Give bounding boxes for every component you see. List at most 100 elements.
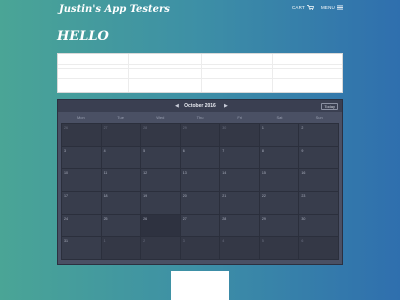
calendar-day-cell[interactable]: 10: [62, 169, 102, 192]
calendar-day-number: 1: [261, 126, 264, 130]
calendar-day-cell[interactable]: 25: [101, 214, 142, 238]
calendar-day-number: 20: [182, 193, 187, 198]
menu-label: MENU: [320, 5, 335, 10]
calendar-day-number: 15: [261, 171, 266, 176]
calendar-day-cell[interactable]: 31: [62, 237, 102, 260]
calendar-day-number: 30: [301, 216, 306, 221]
calendar-day-number: 1: [103, 239, 106, 244]
calendar-day-number: 9: [301, 148, 304, 153]
calendar-day-number: 5: [143, 148, 146, 153]
calendar-day-cell[interactable]: 5: [259, 237, 300, 260]
calendar-day-number: 4: [222, 239, 225, 244]
weekday-label: Fri: [237, 115, 243, 120]
calendar-day-number: 26: [64, 126, 68, 130]
calendar-header: ◀ October 2016 ▶ Today: [58, 100, 342, 112]
calendar-day-cell[interactable]: 1: [259, 124, 300, 147]
calendar-day-number: 31: [64, 239, 68, 244]
calendar-day-cell[interactable]: 17: [62, 191, 102, 215]
weekday-header: Mon Tue Wed Thu Fri Sat Sun: [61, 115, 339, 120]
calendar-day-cell[interactable]: 2: [299, 124, 339, 147]
calendar-day-cell[interactable]: 5: [141, 146, 181, 170]
calendar-day-cell[interactable]: 11: [101, 169, 142, 192]
calendar-day-cell[interactable]: 23: [299, 191, 339, 215]
month-calendar: ◀ October 2016 ▶ Today Mon Tue Wed Thu F…: [57, 99, 343, 265]
calendar-day-cell[interactable]: 28: [220, 214, 260, 238]
calendar-day-cell[interactable]: 18: [101, 191, 142, 215]
calendar-day-number: 22: [261, 193, 266, 198]
calendar-day-cell[interactable]: 15: [259, 169, 300, 192]
calendar-day-cell[interactable]: 4: [101, 146, 142, 170]
calendar-day-number: 5: [261, 239, 264, 244]
calendar-day-cell[interactable]: 6: [299, 237, 339, 260]
next-month-icon[interactable]: ▶: [224, 103, 228, 109]
weekday-label: Mon: [76, 115, 85, 120]
menu-button[interactable]: MENU: [321, 5, 343, 10]
calendar-day-number: 28: [222, 216, 227, 221]
calendar-day-number: 14: [222, 171, 227, 176]
brand-logo[interactable]: Justin's App Testers: [59, 4, 170, 15]
calendar-day-cell[interactable]: 6: [180, 146, 221, 170]
calendar-month-label: October 2016: [184, 103, 216, 109]
calendar-day-cell[interactable]: 1: [101, 237, 142, 260]
calendar-day-cell[interactable]: 7: [220, 146, 260, 170]
calendar-day-number: 12: [143, 171, 148, 176]
calendar-day-cell[interactable]: 24: [62, 214, 102, 238]
bottom-card: [171, 271, 229, 300]
calendar-day-number: 3: [64, 148, 66, 153]
calendar-day-cell[interactable]: 9: [299, 146, 339, 170]
calendar-day-number: 11: [103, 171, 108, 176]
calendar-day-cell[interactable]: 22: [259, 191, 300, 215]
weekday-label: Sat: [276, 115, 283, 120]
calendar-day-cell[interactable]: 19: [141, 191, 181, 215]
calendar-day-cell[interactable]: 28: [141, 124, 181, 147]
top-nav: CART MENU: [292, 5, 343, 10]
calendar-day-cell[interactable]: 29: [180, 124, 221, 147]
calendar-day-cell[interactable]: 26: [141, 214, 181, 238]
today-button[interactable]: Today: [321, 103, 338, 110]
calendar-day-number: 4: [103, 148, 106, 153]
calendar-day-cell[interactable]: 27: [180, 214, 221, 238]
calendar-day-number: 2: [143, 239, 146, 244]
calendar-day-number: 29: [261, 216, 266, 221]
page-title: HELLO: [57, 29, 109, 44]
hamburger-icon: [337, 5, 343, 10]
calendar-day-cell[interactable]: 16: [299, 169, 339, 192]
calendar-day-cell[interactable]: 3: [180, 237, 221, 260]
calendar-day-number: 2: [301, 126, 304, 130]
calendar-day-cell[interactable]: 27: [101, 124, 142, 147]
calendar-day-number: 23: [301, 193, 306, 198]
calendar-day-number: 10: [64, 171, 68, 176]
weekday-label: Wed: [156, 115, 165, 120]
weekday-label: Tue: [117, 115, 124, 120]
calendar-day-cell[interactable]: 29: [259, 214, 300, 238]
cart-label: CART: [291, 5, 305, 10]
cart-icon: [306, 5, 314, 10]
calendar-day-cell[interactable]: 20: [180, 191, 221, 215]
calendar-day-cell[interactable]: 14: [220, 169, 260, 192]
calendar-day-number: 3: [182, 239, 185, 244]
cart-link[interactable]: CART: [292, 5, 314, 10]
calendar-day-number: 28: [143, 126, 148, 130]
calendar-day-number: 27: [182, 216, 187, 221]
calendar-day-number: 26: [143, 216, 148, 221]
calendar-day-number: 8: [261, 148, 264, 153]
calendar-day-number: 25: [103, 216, 108, 221]
calendar-day-cell[interactable]: 8: [259, 146, 300, 170]
calendar-grid: 26 27 28 29 30 1 2 3 4 5 6 7 8 9 10 11 12 13 14 15 16 17 18 19 2…: [61, 123, 339, 260]
week-view-panel: [57, 53, 343, 93]
calendar-day-cell[interactable]: 3: [62, 146, 102, 170]
calendar-day-number: 29: [182, 126, 187, 130]
calendar-day-cell[interactable]: 12: [141, 169, 181, 192]
calendar-day-number: 30: [222, 126, 227, 130]
calendar-day-number: 27: [103, 126, 108, 130]
calendar-day-number: 6: [301, 239, 304, 244]
calendar-day-cell[interactable]: 30: [220, 124, 260, 147]
weekday-label: Sun: [315, 115, 323, 120]
calendar-day-number: 21: [222, 193, 227, 198]
calendar-day-cell[interactable]: 2: [141, 237, 181, 260]
calendar-day-cell[interactable]: 30: [299, 214, 339, 238]
calendar-day-cell[interactable]: 13: [180, 169, 221, 192]
calendar-day-cell[interactable]: 26: [62, 124, 102, 147]
calendar-day-cell[interactable]: 4: [220, 237, 260, 260]
calendar-day-cell[interactable]: 21: [220, 191, 260, 215]
